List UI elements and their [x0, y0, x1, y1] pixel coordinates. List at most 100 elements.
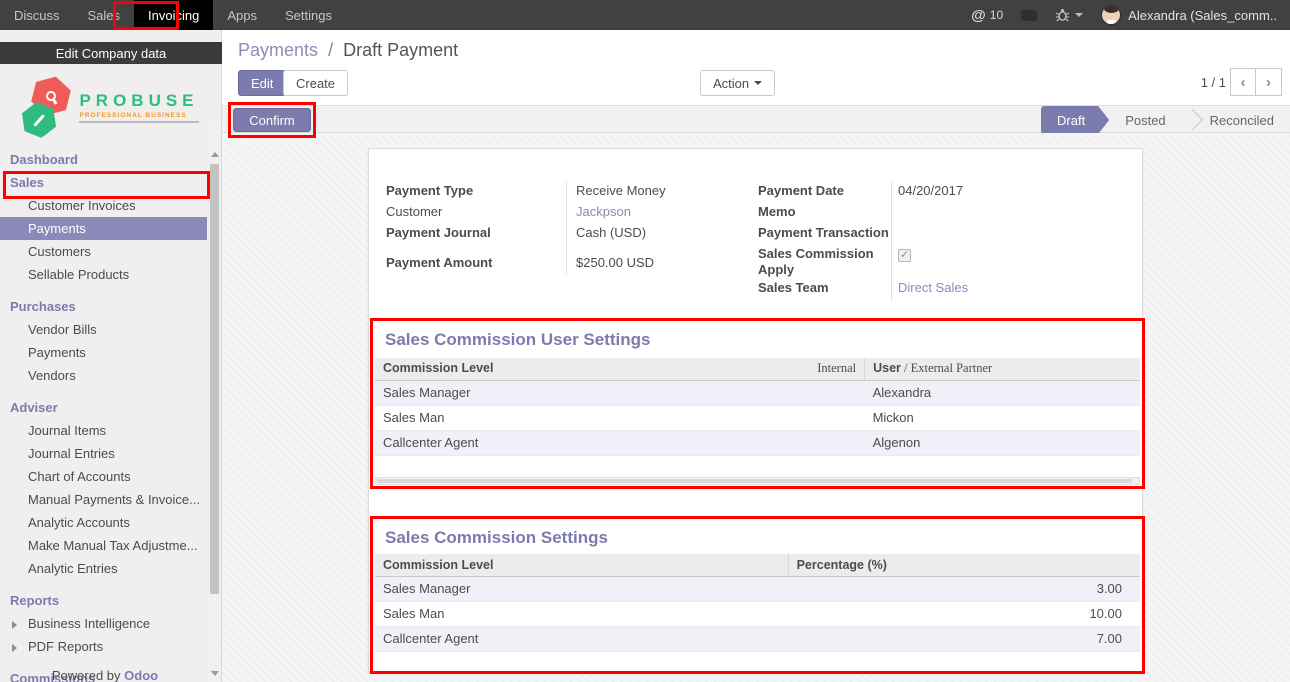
cell-partner: Alexandra	[865, 380, 1140, 405]
state-posted[interactable]: Posted	[1109, 106, 1181, 134]
avatar	[1101, 5, 1121, 25]
odoo-brand[interactable]: Odoo	[124, 668, 158, 682]
cell-partner: Algenon	[865, 430, 1140, 455]
sidebar-menu: Dashboard Sales Customer Invoices Paymen…	[0, 148, 208, 682]
nav-apps[interactable]: Apps	[213, 0, 271, 30]
customer-label: Customer	[386, 204, 566, 220]
mentions-button[interactable]: @ 10	[971, 7, 1003, 24]
state-chevron-icon	[1182, 106, 1194, 134]
sidebar-item-label: PDF Reports	[28, 639, 103, 654]
sidebar-item-vendor-bills[interactable]: Vendor Bills	[0, 318, 208, 341]
sidebar-section-purchases[interactable]: Purchases	[0, 295, 208, 318]
external-partner-header-fragment: / External Partner	[901, 361, 992, 375]
table-row[interactable]: Sales Man 10.00	[375, 601, 1140, 626]
table-row[interactable]: Sales Manager 3.00	[375, 576, 1140, 601]
state-widget: Draft Posted Reconciled	[1041, 106, 1290, 134]
col-commission-level[interactable]: Commission Level	[375, 554, 788, 576]
field-sales-team: Sales Team Direct Sales	[758, 278, 1130, 299]
user-menu[interactable]: Alexandra (Sales_comm..	[1101, 5, 1277, 25]
customer-link[interactable]: Jackpson	[566, 204, 631, 220]
company-logo[interactable]: PROBUSE PROFESSIONAL BUSINESS	[0, 68, 222, 146]
cell-level: Callcenter Agent	[375, 430, 865, 455]
cell-level: Sales Manager	[375, 576, 788, 601]
payment-type-label: Payment Type	[386, 183, 566, 199]
sidebar-item-analytic-entries[interactable]: Analytic Entries	[0, 557, 208, 580]
sidebar-item-manual-payments[interactable]: Manual Payments & Invoice...	[0, 488, 208, 511]
sidebar-item-customers[interactable]: Customers	[0, 240, 208, 263]
sidebar-item-sellable-products[interactable]: Sellable Products	[0, 263, 208, 286]
nav-discuss[interactable]: Discuss	[0, 0, 74, 30]
col-commission-level[interactable]: Commission Level Internal	[375, 358, 865, 380]
scroll-up-icon[interactable]	[211, 152, 219, 157]
form-group-right: Payment Date 04/20/2017 Memo Payment Tra…	[758, 181, 1130, 299]
field-separator	[891, 181, 892, 301]
sidebar-item-payments[interactable]: Payments	[0, 217, 207, 240]
statusbar: Confirm Draft Posted Reconciled	[222, 105, 1290, 133]
table-header-row: Commission Level Percentage (%)	[375, 554, 1140, 576]
payment-journal-value: Cash (USD)	[566, 225, 646, 241]
sidebar-item-customer-invoices[interactable]: Customer Invoices	[0, 194, 208, 217]
col-percentage[interactable]: Percentage (%)	[788, 554, 1140, 576]
sidebar: Edit Company data PROBUSE PROFESSIONAL B…	[0, 30, 222, 682]
pager-count: 1 / 1	[1201, 75, 1226, 90]
commission-settings-table: Commission Level Percentage (%) Sales Ma…	[375, 554, 1140, 652]
breadcrumb-separator: /	[328, 40, 333, 60]
app-window: Discuss Sales Invoicing Apps Settings @ …	[0, 0, 1290, 682]
breadcrumb: Payments / Draft Payment	[238, 40, 458, 61]
edit-button[interactable]: Edit	[238, 70, 286, 96]
action-label: Action	[713, 76, 749, 91]
action-dropdown-button[interactable]: Action	[700, 70, 775, 96]
debug-menu-button[interactable]	[1055, 8, 1083, 22]
state-reconciled[interactable]: Reconciled	[1194, 106, 1290, 134]
table-row[interactable]: Callcenter Agent 7.00	[375, 626, 1140, 651]
scrollbar-thumb[interactable]	[210, 164, 219, 594]
messages-button[interactable]	[1021, 10, 1037, 21]
scrollbar-thumb[interactable]	[377, 479, 1132, 483]
scroll-down-icon[interactable]	[211, 671, 219, 676]
control-panel: Payments / Draft Payment Edit Create Act…	[222, 30, 1290, 105]
sidebar-item-pdf-reports[interactable]: PDF Reports	[0, 635, 208, 658]
chat-bubble-icon	[1021, 10, 1037, 21]
edit-company-button[interactable]: Edit Company data	[0, 42, 222, 64]
internal-header-fragment: Internal	[817, 361, 856, 376]
memo-label: Memo	[758, 204, 891, 220]
nav-invoicing[interactable]: Invoicing	[134, 0, 213, 30]
at-icon: @	[971, 7, 986, 24]
sidebar-section-adviser[interactable]: Adviser	[0, 396, 208, 419]
pager-prev-button[interactable]: ‹	[1230, 68, 1256, 96]
payment-transaction-label: Payment Transaction	[758, 225, 891, 241]
sidebar-item-analytic-accounts[interactable]: Analytic Accounts	[0, 511, 208, 534]
sidebar-item-chart-of-accounts[interactable]: Chart of Accounts	[0, 465, 208, 488]
table-row[interactable]: Sales Man Mickon	[375, 405, 1140, 430]
user-settings-title: Sales Commission User Settings	[385, 330, 650, 350]
sales-team-link[interactable]: Direct Sales	[891, 280, 968, 296]
powered-by: Powered by Odoo	[0, 668, 210, 682]
sidebar-item-journal-items[interactable]: Journal Items	[0, 419, 208, 442]
sidebar-item-vendor-payments[interactable]: Payments	[0, 341, 208, 364]
sidebar-item-business-intelligence[interactable]: Business Intelligence	[0, 612, 208, 635]
sidebar-item-manual-tax-adjustments[interactable]: Make Manual Tax Adjustme...	[0, 534, 208, 557]
commission-level-header: Commission Level	[383, 361, 493, 376]
sidebar-scrollbar[interactable]	[208, 120, 221, 682]
nav-sales[interactable]: Sales	[74, 0, 135, 30]
payment-type-value: Receive Money	[566, 183, 666, 199]
nav-settings[interactable]: Settings	[271, 0, 346, 30]
sales-commission-apply-checkbox[interactable]: ✓	[898, 249, 911, 262]
logo-tagline: PROFESSIONAL BUSINESS	[79, 112, 198, 123]
sidebar-section-sales[interactable]: Sales	[0, 171, 208, 194]
table-row[interactable]: Callcenter Agent Algenon	[375, 430, 1140, 455]
sidebar-section-reports[interactable]: Reports	[0, 589, 208, 612]
pager-next-button[interactable]: ›	[1256, 68, 1282, 96]
table-row[interactable]: Sales Manager Alexandra	[375, 380, 1140, 405]
table-horizontal-scrollbar[interactable]	[375, 477, 1140, 485]
col-internal-user-external-partner[interactable]: User / External Partner	[865, 358, 1140, 380]
field-sales-commission-apply: Sales Commission Apply ✓	[758, 244, 1130, 278]
create-button[interactable]: Create	[283, 70, 348, 96]
sidebar-item-journal-entries[interactable]: Journal Entries	[0, 442, 208, 465]
sales-commission-apply-label: Sales Commission Apply	[758, 246, 891, 278]
chevron-down-icon	[1075, 13, 1083, 17]
sidebar-item-vendors[interactable]: Vendors	[0, 364, 208, 387]
confirm-button[interactable]: Confirm	[233, 108, 311, 132]
sidebar-section-dashboard[interactable]: Dashboard	[0, 148, 208, 171]
breadcrumb-payments-link[interactable]: Payments	[238, 40, 318, 60]
